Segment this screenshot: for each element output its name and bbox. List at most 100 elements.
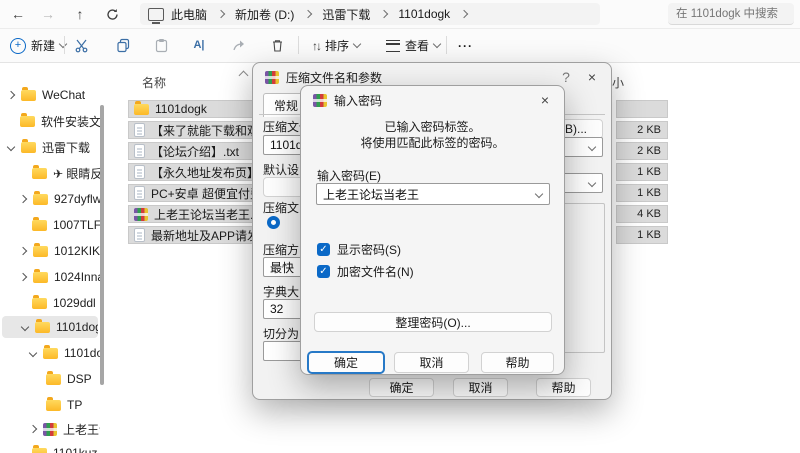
- sidebar-item-1101dogk-selected[interactable]: 1101dogk: [2, 316, 98, 338]
- paste-icon[interactable]: [150, 35, 172, 55]
- delete-icon[interactable]: [266, 35, 288, 55]
- folder-icon: [46, 400, 61, 411]
- folder-icon: [32, 220, 47, 231]
- close-icon[interactable]: ×: [581, 67, 603, 87]
- chevron-down-icon: [433, 40, 441, 48]
- password-cancel-button[interactable]: 取消: [394, 352, 469, 373]
- chevron-right-icon: [304, 10, 312, 18]
- sort-ascending-icon: [239, 71, 249, 81]
- text-file-icon: [134, 123, 145, 137]
- sidebar-item-1029ddl[interactable]: 1029ddl: [0, 292, 100, 314]
- archive-ok-button[interactable]: 确定: [369, 378, 434, 397]
- chevron-down-icon: [588, 143, 596, 151]
- column-header-name[interactable]: 名称: [142, 74, 166, 91]
- file-size: 2 KB: [616, 121, 668, 139]
- winrar-icon: [265, 71, 279, 84]
- breadcrumb-thunder[interactable]: 迅雷下载: [319, 6, 373, 23]
- file-name: 【论坛介绍】.txt: [151, 143, 239, 160]
- sidebar-item-1012kik[interactable]: 1012KIK: [0, 240, 100, 262]
- organize-passwords-button[interactable]: 整理密码(O)...: [314, 312, 552, 332]
- close-icon[interactable]: ×: [534, 90, 556, 110]
- file-name: 1101dogk: [155, 102, 207, 116]
- refresh-icon[interactable]: [100, 3, 124, 25]
- sidebar-item-software[interactable]: 软件安装文件: [0, 110, 100, 132]
- split-volumes-label: 切分为: [263, 325, 299, 342]
- chevron-right-icon: [460, 10, 468, 18]
- sidebar-item-laowang-archive[interactable]: 上老王论坛: [0, 418, 100, 440]
- password-dialog: 输入密码 × 已输入密码标签。 将使用匹配此标签的密码。 输入密码(E) ✓ 显…: [300, 85, 565, 375]
- breadcrumb: 此电脑 新加卷 (D:) 迅雷下载 1101dogk: [140, 3, 600, 25]
- sort-button[interactable]: ↑↓ 排序: [306, 33, 366, 58]
- chevron-right-icon: [19, 247, 27, 255]
- checked-checkbox-icon: ✓: [317, 243, 330, 256]
- chevron-down-icon: [353, 40, 361, 48]
- password-input[interactable]: [317, 187, 536, 201]
- cut-icon[interactable]: [70, 35, 92, 55]
- help-icon[interactable]: ?: [555, 67, 577, 87]
- encrypt-filenames-checkbox[interactable]: ✓ 加密文件名(N): [317, 263, 414, 280]
- sidebar-scrollbar[interactable]: [100, 105, 104, 385]
- archive-dialog-title: 压缩文件名和参数: [286, 69, 382, 86]
- folder-icon: [33, 272, 48, 283]
- archive-cancel-button[interactable]: 取消: [453, 378, 508, 397]
- sort-button-label: 排序: [325, 37, 349, 54]
- chevron-down-icon: [535, 190, 543, 198]
- chevron-down-icon: [7, 143, 15, 151]
- search-input[interactable]: [668, 3, 794, 25]
- folder-icon: [32, 298, 47, 309]
- password-help-button[interactable]: 帮助: [481, 352, 554, 373]
- file-size: 2 KB: [616, 142, 668, 160]
- folder-icon: [33, 246, 48, 257]
- rar-icon: [134, 208, 148, 221]
- sidebar-item-1024inna[interactable]: 1024Inna: [0, 266, 100, 288]
- view-button[interactable]: 查看: [380, 33, 446, 58]
- text-file-icon: [134, 165, 145, 179]
- sidebar-item-eye-contrast[interactable]: ✈ 眼睛反差: [0, 162, 100, 184]
- file-size: 1 KB: [616, 163, 668, 181]
- view-lines-icon: [386, 40, 400, 52]
- sidebar-item-1101kuz[interactable]: 1101kuz: [0, 442, 100, 453]
- breadcrumb-drive-d[interactable]: 新加卷 (D:): [232, 6, 297, 23]
- chevron-right-icon: [380, 10, 388, 18]
- password-combobox[interactable]: [316, 183, 550, 205]
- sidebar-item-1007tlf[interactable]: 1007TLF: [0, 214, 100, 236]
- toolbar: + 新建 A| ↑↓ 排序 查看: [0, 29, 800, 63]
- sidebar-item-wechat[interactable]: WeChat: [0, 84, 100, 106]
- copy-icon[interactable]: [112, 35, 134, 55]
- chevron-down-icon: [29, 349, 37, 357]
- rename-icon[interactable]: A|: [188, 35, 210, 55]
- new-button[interactable]: + 新建: [4, 33, 72, 58]
- toolbar-divider: [298, 36, 299, 54]
- plus-icon: +: [10, 38, 26, 54]
- show-password-checkbox[interactable]: ✓ 显示密码(S): [317, 241, 401, 258]
- toolbar-divider: [64, 36, 65, 54]
- chevron-down-icon: [588, 179, 596, 187]
- breadcrumb-this-pc[interactable]: 此电脑: [168, 6, 210, 23]
- up-button[interactable]: ↑: [68, 3, 92, 25]
- folder-icon: [134, 104, 149, 115]
- toolbar-divider: [446, 36, 447, 54]
- chevron-right-icon: [19, 195, 27, 203]
- forward-button[interactable]: →: [36, 3, 60, 25]
- chevron-down-icon: [21, 323, 29, 331]
- sidebar-item-1101dog[interactable]: 1101dog: [0, 342, 100, 364]
- archive-format-label: 压缩文: [263, 199, 299, 216]
- share-icon[interactable]: [228, 35, 250, 55]
- folder-icon: [46, 374, 61, 385]
- password-ok-button[interactable]: 确定: [308, 352, 384, 373]
- folder-icon: [33, 194, 48, 205]
- this-pc-icon: [148, 8, 164, 21]
- archive-help-button[interactable]: 帮助: [536, 378, 591, 397]
- back-button[interactable]: ←: [6, 3, 30, 25]
- sidebar-item-927dyflw[interactable]: 927dyflw(1: [0, 188, 100, 210]
- password-dialog-titlebar: 输入密码: [301, 86, 564, 114]
- rar-format-radio[interactable]: [267, 216, 280, 229]
- breadcrumb-current[interactable]: 1101dogk: [395, 7, 453, 21]
- checked-checkbox-icon: ✓: [317, 265, 330, 278]
- sidebar-item-dsp[interactable]: DSP: [0, 368, 100, 390]
- sidebar-item-thunder-downloads[interactable]: 迅雷下载: [0, 136, 100, 158]
- sidebar-item-tp[interactable]: TP: [0, 394, 100, 416]
- folder-icon: [32, 448, 47, 453]
- password-info-line1: 已输入密码标签。: [301, 118, 564, 135]
- more-options-button[interactable]: ···: [452, 33, 479, 58]
